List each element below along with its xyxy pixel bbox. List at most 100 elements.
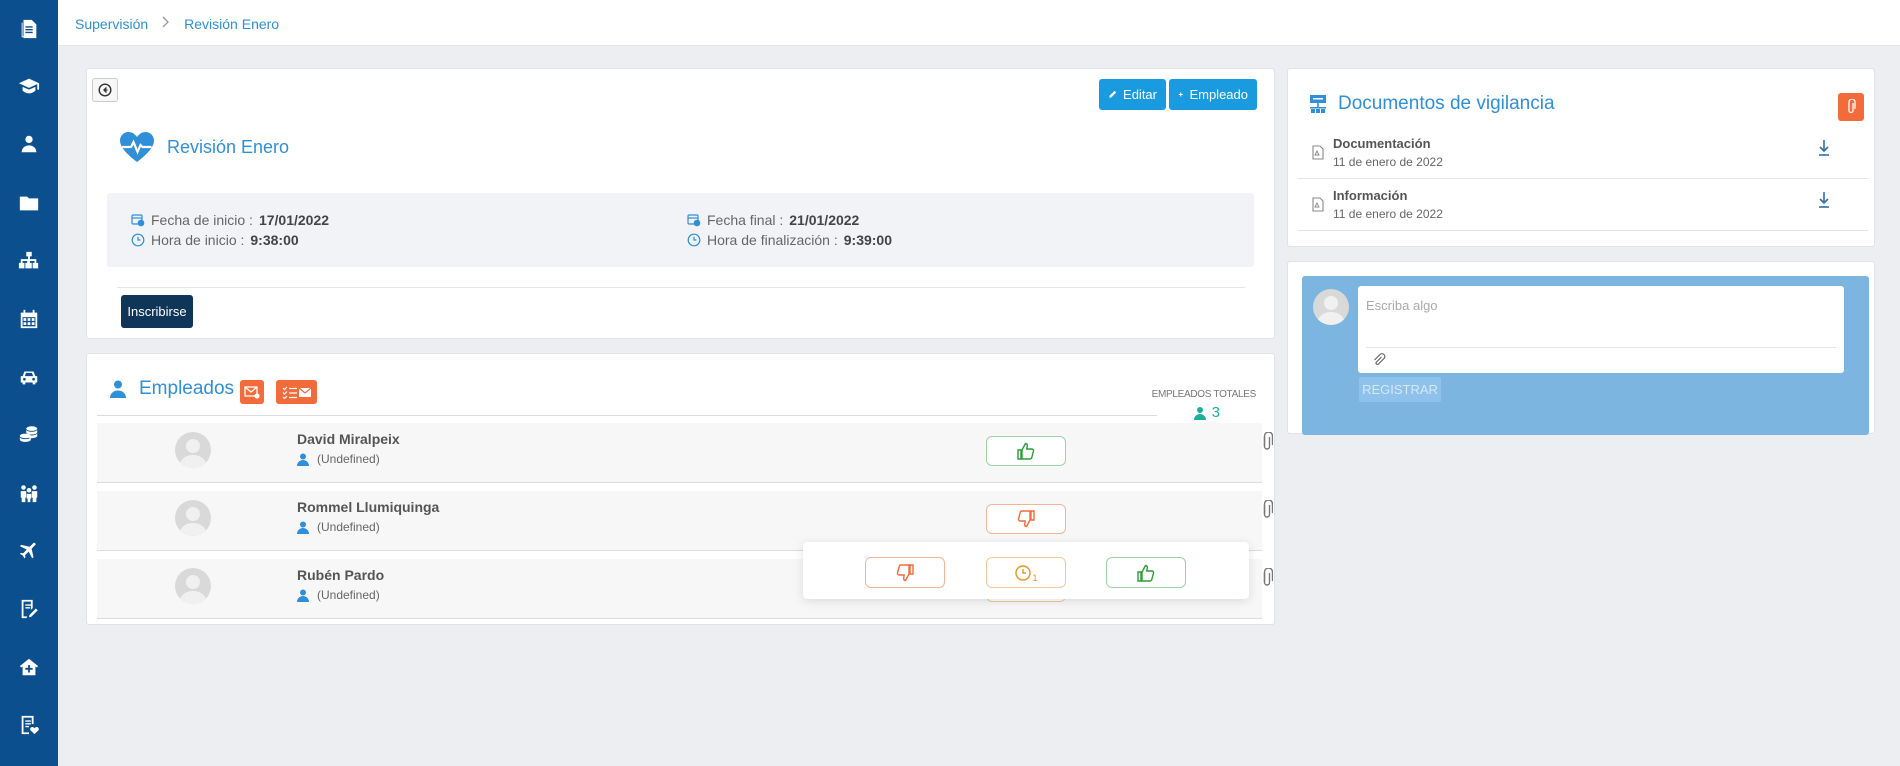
people-icon [20, 485, 38, 503]
calendar-clock-icon [131, 214, 145, 227]
attachment-icon[interactable] [1261, 499, 1274, 523]
document-heart-icon [21, 715, 39, 735]
breadcrumb-item-current[interactable]: Revisión Enero [184, 16, 279, 32]
status-popover: 1 [803, 542, 1249, 599]
attachment-icon[interactable] [1261, 567, 1274, 591]
sidebar-item-finance[interactable] [0, 415, 58, 455]
divider [117, 287, 1245, 288]
sidebar-item-teams[interactable] [0, 473, 58, 513]
pencil-icon [1109, 90, 1117, 98]
thumbs-up-icon [1017, 442, 1035, 460]
reject-status-button[interactable] [986, 504, 1066, 534]
sidebar-item-calendar[interactable] [0, 299, 58, 339]
plane-icon [19, 542, 36, 559]
sidebar-item-staff[interactable] [0, 124, 58, 164]
sidebar-item-health[interactable] [0, 647, 58, 687]
employee-row[interactable]: David Miralpeix (Undefined) [97, 423, 1274, 483]
approve-status-button[interactable] [986, 436, 1066, 466]
documents-title: Documentos de vigilancia [1338, 93, 1555, 114]
employees-total-count: 3 [1193, 404, 1220, 421]
pending-option-button[interactable]: 1 [986, 557, 1066, 588]
employee-role-text: (Undefined) [317, 588, 380, 602]
avatar [175, 568, 211, 604]
start-date-line: Fecha de inicio : 17/01/2022 [131, 212, 329, 228]
start-date-value: 17/01/2022 [258, 212, 330, 228]
chevron-right-icon [162, 15, 170, 32]
download-icon[interactable] [1818, 139, 1830, 157]
document-item[interactable]: Información 11 de enero de 2022 [1298, 179, 1868, 231]
car-icon [20, 371, 38, 385]
folder-icon [19, 196, 39, 211]
total-count-value: 3 [1211, 404, 1220, 421]
attachment-icon[interactable] [1261, 431, 1274, 455]
end-time-label: Hora de finalización : [707, 232, 838, 248]
add-employee-button[interactable]: Empleado [1169, 79, 1257, 110]
review-header: Revisión Enero [119, 131, 289, 163]
calendar-icon [20, 309, 38, 329]
reject-option-button[interactable] [865, 557, 945, 588]
review-panel: Editar Empleado Revisión Enero Fecha de … [86, 68, 1275, 339]
add-employee-label: Empleado [1189, 87, 1248, 102]
paperclip-icon [1848, 99, 1856, 114]
start-time-line: Hora de inicio : 9:38:00 [131, 232, 299, 248]
sidebar-item-forms[interactable] [0, 589, 58, 629]
sidebar-item-training[interactable] [0, 66, 58, 106]
end-time-value: 9:39:00 [843, 232, 893, 248]
document-name: Información [1333, 188, 1408, 203]
document-icon [21, 19, 37, 39]
avatar [175, 432, 211, 468]
employee-role: (Undefined) [297, 452, 380, 466]
review-title: Revisión Enero [167, 136, 290, 157]
sidebar-item-travel[interactable] [0, 530, 58, 570]
attach-document-button[interactable] [1838, 93, 1864, 121]
enroll-button[interactable]: Inscribirse [121, 295, 193, 328]
paperclip-icon[interactable] [1372, 353, 1386, 367]
approve-option-button[interactable] [1106, 557, 1186, 588]
house-medical-icon [19, 658, 39, 676]
envelope-plus-icon [244, 386, 260, 399]
org-chart-icon [18, 251, 39, 269]
sidebar-item-vehicles[interactable] [0, 357, 58, 397]
edit-button[interactable]: Editar [1099, 79, 1166, 110]
edit-button-label: Editar [1123, 87, 1157, 102]
avatar [175, 500, 211, 536]
compose-divider [1366, 347, 1836, 348]
notify-button[interactable] [240, 380, 264, 404]
register-button[interactable]: REGISTRAR [1359, 377, 1441, 402]
coins-icon [19, 426, 38, 442]
calendar-clock-icon [687, 214, 701, 227]
topbar: Supervisión Revisión Enero [58, 0, 1900, 46]
sidebar-item-folders[interactable] [0, 183, 58, 223]
avatar [1313, 289, 1349, 325]
document-date: 11 de enero de 2022 [1333, 155, 1443, 169]
heartbeat-icon [120, 132, 154, 162]
edit-document-icon [21, 599, 38, 619]
thumbs-up-icon [1137, 564, 1155, 582]
sidebar-item-records[interactable] [0, 705, 58, 745]
document-name: Documentación [1333, 136, 1431, 151]
back-button[interactable] [92, 78, 118, 102]
end-date-line: Fecha final : 21/01/2022 [687, 212, 859, 228]
download-icon[interactable] [1818, 191, 1830, 209]
compose-input[interactable]: Escriba algo [1358, 286, 1844, 373]
employee-name: Rubén Pardo [297, 567, 385, 583]
sidebar-item-organization[interactable] [0, 241, 58, 281]
user-tie-icon [21, 135, 37, 153]
document-date: 11 de enero de 2022 [1333, 207, 1443, 221]
compose-placeholder: Escriba algo [1366, 298, 1438, 313]
employees-totals-label: EMPLEADOS TOTALES [1151, 389, 1257, 400]
document-item[interactable]: Documentación 11 de enero de 2022 [1298, 127, 1868, 179]
clock-icon [687, 233, 701, 247]
network-icon [1310, 95, 1326, 113]
user-tie-icon [297, 453, 309, 466]
user-icon [110, 380, 126, 398]
employees-header: Empleados [109, 378, 234, 400]
end-date-label: Fecha final : [707, 212, 784, 228]
user-icon [1193, 406, 1206, 420]
breadcrumb: Supervisión Revisión Enero [75, 15, 279, 32]
breadcrumb-item-supervision[interactable]: Supervisión [75, 16, 148, 32]
sidebar-item-documents[interactable] [0, 9, 58, 49]
header-divider [97, 415, 1157, 416]
graduation-cap-icon [18, 78, 40, 94]
bulk-notify-button[interactable] [276, 380, 317, 404]
